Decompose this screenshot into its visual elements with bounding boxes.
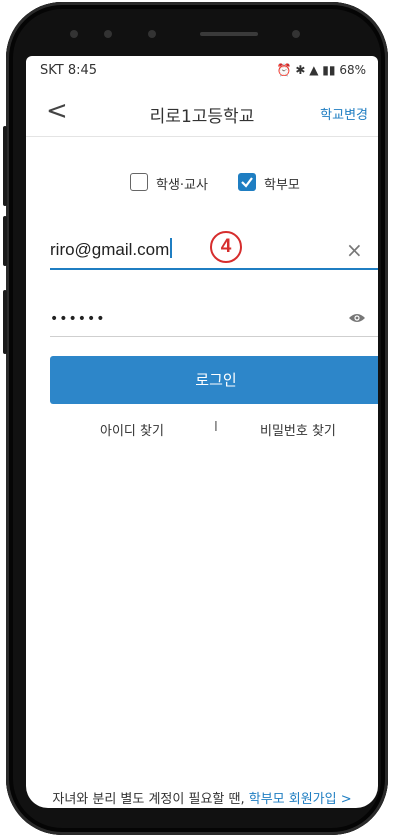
clear-icon[interactable]: × — [346, 238, 363, 262]
app-screen: SKT 8:45 ⏰ ✱ ▲ ▮▮ 68% < 리로1고등학교 학교변경 학생·… — [26, 56, 378, 808]
top-bezel — [60, 20, 350, 48]
login-button[interactable]: 로그인 — [50, 356, 378, 404]
account-help-links: 아이디 찾기 I 비밀번호 찾기 — [26, 420, 378, 440]
status-bar: SKT 8:45 ⏰ ✱ ▲ ▮▮ 68% — [26, 56, 378, 86]
volume-button — [3, 126, 7, 206]
link-separator: I — [214, 420, 218, 435]
parent-signup-link[interactable]: 학부모 회원가입 — [249, 792, 337, 807]
battery-percent: 68% — [339, 63, 366, 77]
sensor-dot — [70, 30, 78, 38]
status-icons: ⏰ ✱ ▲ ▮▮ — [276, 63, 340, 77]
sensor-dot-2 — [148, 30, 156, 38]
find-id-link[interactable]: 아이디 찾기 — [100, 420, 164, 439]
app-bar: < 리로1고등학교 학교변경 — [26, 86, 378, 138]
parent-label[interactable]: 학부모 — [264, 174, 300, 193]
role-selector: 학생·교사 학부모 — [26, 170, 378, 194]
iris-sensor — [292, 30, 300, 38]
eye-icon[interactable] — [348, 312, 366, 324]
earpiece-speaker — [200, 32, 258, 36]
email-underline — [50, 268, 378, 270]
power-button — [3, 290, 7, 354]
status-carrier-time: SKT 8:45 — [40, 63, 98, 78]
email-value: riro@gmail.com — [50, 240, 170, 259]
password-field[interactable]: •••••• — [50, 311, 106, 327]
parent-checkbox[interactable] — [238, 173, 256, 191]
student-teacher-label[interactable]: 학생·교사 — [156, 174, 208, 193]
change-school-button[interactable]: 학교변경 — [320, 104, 368, 123]
password-underline — [50, 336, 378, 337]
find-password-link[interactable]: 비밀번호 찾기 — [260, 420, 336, 439]
checkmark-icon — [241, 177, 253, 188]
student-teacher-checkbox[interactable] — [130, 173, 148, 191]
header-divider — [26, 136, 378, 137]
text-cursor — [170, 238, 173, 258]
chevron-right-icon[interactable]: > — [341, 792, 352, 807]
signup-prompt-text: 자녀와 분리 별도 계정이 필요할 땐, — [52, 792, 245, 807]
bixby-button — [3, 216, 7, 266]
front-camera — [104, 30, 112, 38]
step-marker: 4 — [210, 231, 242, 263]
email-field[interactable]: riro@gmail.com — [50, 238, 350, 270]
signup-prompt: 자녀와 분리 별도 계정이 필요할 땐, 학부모 회원가입 > — [26, 788, 378, 807]
status-battery: ⏰ ✱ ▲ ▮▮ 68% — [277, 63, 366, 77]
phone-frame: SKT 8:45 ⏰ ✱ ▲ ▮▮ 68% < 리로1고등학교 학교변경 학생·… — [3, 2, 388, 835]
